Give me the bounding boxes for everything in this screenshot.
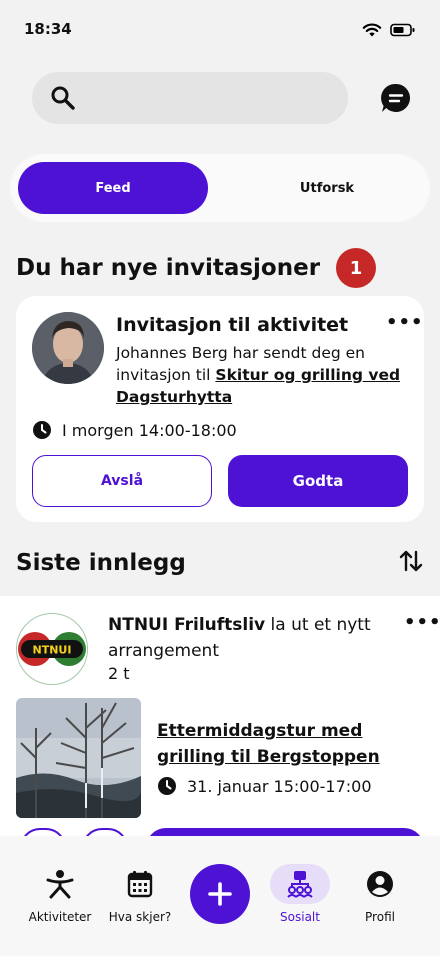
- search-bar[interactable]: [32, 72, 348, 124]
- invitation-more-button[interactable]: •••: [386, 314, 424, 332]
- nav-label-activities: Aktiviteter: [28, 910, 92, 924]
- ntnui-logo: NTNUI: [18, 632, 86, 666]
- invitation-text: Johannes Berg har sendt deg en invitasjo…: [116, 342, 406, 408]
- event-image[interactable]: [16, 698, 141, 818]
- social-group-icon: [287, 871, 313, 898]
- decline-button[interactable]: Avslå: [32, 455, 212, 507]
- nav-label-social: Sosialt: [280, 910, 320, 924]
- nav-label-whats-on: Hva skjer?: [108, 910, 172, 924]
- post-org-name[interactable]: NTNUI Friluftsliv: [108, 615, 265, 635]
- nav-active-pill: [270, 864, 330, 904]
- event-time-text: 31. januar 15:00-17:00: [187, 776, 372, 796]
- posts-title: Siste innlegg: [16, 550, 186, 576]
- chat-bubble-icon: [381, 83, 410, 112]
- search-row: [32, 72, 412, 124]
- person-activity-icon: [46, 870, 74, 899]
- post-action-button[interactable]: [20, 828, 66, 836]
- invitations-count-badge: 1: [336, 248, 377, 288]
- nav-social[interactable]: Sosialt: [258, 860, 342, 924]
- invitations-header: Du har nye invitasjoner 1: [16, 248, 377, 288]
- post-action-button[interactable]: [82, 828, 128, 836]
- event-photo: [16, 698, 141, 818]
- clock-icon: [158, 777, 176, 795]
- post-time-ago: 2 t: [108, 664, 130, 683]
- plus-icon: [208, 882, 232, 906]
- battery-icon: [390, 23, 415, 37]
- nav-whats-on[interactable]: Hva skjer?: [98, 860, 182, 924]
- wifi-icon: [362, 23, 382, 37]
- tab-explore[interactable]: Utforsk: [232, 162, 422, 214]
- event-time: 31. januar 15:00-17:00: [157, 776, 372, 796]
- bottom-nav: Aktiviteter Hva skjer? Sosialt Profil: [0, 836, 440, 956]
- avatar-image: [32, 312, 104, 384]
- event-title-link[interactable]: Ettermiddagstur med grilling til Bergsto…: [157, 718, 417, 770]
- post-text: NTNUI Friluftsliv la ut et nytt arrangem…: [108, 612, 388, 664]
- status-bar: 18:34: [0, 0, 440, 60]
- invitation-time-text: I morgen 14:00-18:00: [62, 420, 237, 440]
- nav-activities[interactable]: Aktiviteter: [18, 860, 102, 924]
- ntnui-logo-text: NTNUI: [33, 644, 72, 657]
- nav-label-profile: Profil: [365, 910, 395, 924]
- calendar-icon: [127, 871, 153, 898]
- invitation-title: Invitasjon til aktivitet: [116, 314, 349, 336]
- nav-profile[interactable]: Profil: [338, 860, 422, 924]
- feed-explore-toggle: Feed Utforsk: [10, 154, 430, 222]
- accept-button[interactable]: Godta: [228, 455, 408, 507]
- invitation-card: Invitasjon til aktivitet ••• Johannes Be…: [16, 296, 424, 522]
- post-more-button[interactable]: •••: [404, 614, 440, 632]
- post-primary-button[interactable]: [146, 828, 424, 836]
- profile-icon: [367, 871, 393, 897]
- create-button[interactable]: [190, 864, 250, 924]
- clock-icon: [33, 421, 51, 439]
- invitations-title: Du har nye invitasjoner: [16, 255, 321, 281]
- main-content: Feed Utforsk Du har nye invitasjoner 1 I…: [0, 144, 440, 596]
- search-icon: [51, 86, 75, 110]
- post-card: NTNUI NTNUI Friluftsliv la ut et nytt ar…: [0, 596, 440, 836]
- avatar[interactable]: [32, 312, 104, 384]
- sort-icon: [399, 550, 423, 572]
- status-icons: [362, 22, 416, 38]
- tab-feed[interactable]: Feed: [18, 162, 208, 214]
- status-time: 18:34: [24, 20, 72, 38]
- sort-button[interactable]: [398, 548, 424, 578]
- org-logo[interactable]: NTNUI: [16, 613, 88, 685]
- messages-button[interactable]: [380, 82, 412, 114]
- posts-header: Siste innlegg: [16, 548, 424, 578]
- search-input[interactable]: [86, 89, 326, 107]
- invitation-time: I morgen 14:00-18:00: [32, 420, 237, 440]
